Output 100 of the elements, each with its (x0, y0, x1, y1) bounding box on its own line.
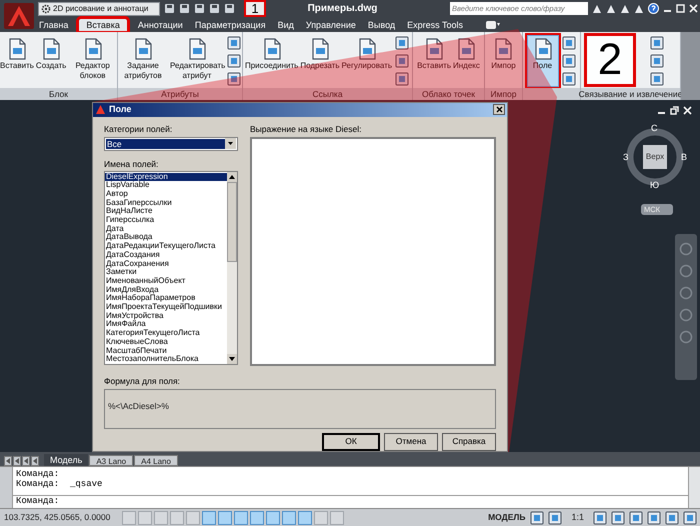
help-icon[interactable] (648, 3, 660, 14)
dialog-button[interactable]: Справка (442, 432, 496, 450)
list-item[interactable]: Дата (105, 224, 227, 234)
square-icon[interactable] (394, 35, 410, 51)
square-icon[interactable] (394, 53, 410, 69)
layout-tab[interactable]: A4 Lano (134, 455, 178, 466)
dialog-button[interactable]: ОК (322, 432, 380, 450)
list-item[interactable]: БазаГиперссылки (105, 198, 227, 208)
square-icon[interactable] (560, 35, 576, 51)
ribbon-tab[interactable]: Управление (304, 18, 357, 32)
ribbon-tab[interactable]: Параметризация (194, 18, 267, 32)
ribbon-tab[interactable]: Главна (38, 18, 70, 32)
status-toggle[interactable] (314, 510, 328, 524)
list-item[interactable]: ДатаВывода (105, 233, 227, 242)
status-toggle[interactable] (218, 510, 232, 524)
square-icon[interactable] (664, 510, 680, 526)
square-icon[interactable] (226, 35, 242, 51)
square-icon[interactable] (628, 510, 644, 526)
square-icon[interactable] (226, 53, 242, 69)
list-item[interactable]: ДатаСоздания (105, 250, 227, 260)
square-icon[interactable] (529, 510, 546, 526)
ribbon-tab[interactable]: Вид (276, 18, 295, 32)
status-toggle[interactable] (202, 510, 216, 524)
scrollbar[interactable] (688, 467, 700, 508)
list-item[interactable]: МасштабПечати (105, 346, 227, 356)
list-item[interactable]: ИмяПроектаТекущейПодшивки (105, 303, 227, 312)
tab-scroll-icon[interactable] (4, 456, 12, 466)
status-toggle[interactable] (170, 510, 184, 524)
tab-scroll-icon[interactable] (31, 456, 39, 466)
expression-input[interactable] (250, 136, 496, 366)
list-item[interactable]: DieselExpression (105, 172, 227, 182)
ribbon-tab[interactable]: Express Tools (406, 18, 464, 32)
layout-tab[interactable]: Модель (44, 454, 88, 466)
square-icon[interactable] (646, 510, 662, 526)
ribbon-button[interactable]: Присоединить (244, 35, 298, 87)
list-item[interactable]: LispVariable (105, 181, 227, 190)
status-toggle[interactable] (266, 510, 280, 524)
ribbon-tab[interactable]: Аннотации (136, 18, 184, 32)
close-icon[interactable] (683, 106, 692, 115)
dialog-button[interactable]: Отмена (384, 432, 438, 450)
status-toggle[interactable] (250, 510, 264, 524)
ribbon-tab[interactable]: Вывод (366, 18, 396, 32)
tab-scroll-icon[interactable] (22, 456, 30, 466)
status-toggle[interactable] (138, 510, 152, 524)
square-icon[interactable] (226, 71, 242, 87)
status-toggle[interactable] (122, 510, 136, 524)
ribbon-button[interactable]: Редактор блоков (68, 35, 117, 87)
space-toggle[interactable]: МОДЕЛЬ (486, 511, 528, 524)
square-icon[interactable] (394, 71, 410, 87)
square-icon[interactable] (547, 510, 564, 526)
status-toggle[interactable] (298, 510, 312, 524)
list-item[interactable]: ИмяУстройства (105, 312, 227, 320)
list-item[interactable]: Автор (105, 190, 227, 199)
list-item[interactable]: Заметки (105, 268, 227, 277)
status-toggle[interactable] (186, 510, 200, 524)
list-item[interactable]: ВидНаЛисте (105, 207, 227, 216)
list-item[interactable]: ИмяФайла (105, 320, 227, 330)
list-item[interactable]: ИмяДляВхода (105, 286, 227, 294)
ribbon-button[interactable]: Индекс (453, 35, 480, 87)
ribbon-button[interactable]: Задание атрибутов (118, 35, 168, 87)
restore-icon[interactable] (670, 106, 679, 115)
status-toggle[interactable] (330, 510, 344, 524)
square-icon[interactable] (560, 71, 576, 87)
square-icon[interactable] (560, 53, 576, 69)
list-item[interactable]: ДатаСохранения (105, 260, 227, 268)
list-item[interactable]: КатегорияТекущегоЛиста (105, 329, 227, 338)
status-toggle[interactable] (234, 510, 248, 524)
list-item[interactable]: ИмяНабораПараметров (105, 294, 227, 304)
ribbon-button[interactable]: Вставить (0, 35, 34, 87)
square-icon[interactable] (648, 35, 664, 51)
square-icon[interactable] (610, 510, 626, 526)
status-toggle[interactable] (154, 510, 168, 524)
list-item[interactable]: ДатаРедакцииТекущегоЛиста (105, 242, 227, 251)
scrollbar[interactable] (227, 172, 237, 364)
ribbon-tab[interactable]: Вставка (79, 19, 127, 31)
ribbon-button[interactable]: Вставить (417, 35, 452, 87)
list-item[interactable]: ИменованныйОбъект (105, 276, 227, 286)
ribbon-button[interactable]: Создать (36, 35, 66, 87)
ribbon-button[interactable]: Редактировать атрибут (170, 35, 224, 87)
layout-tab[interactable]: A3 Lano (89, 455, 134, 466)
ribbon-button[interactable]: Поле (526, 35, 558, 87)
status-toggle[interactable] (282, 510, 296, 524)
logo-icon[interactable] (4, 3, 34, 29)
maximize-icon[interactable] (676, 4, 686, 13)
list-item[interactable]: МестозаполнительБлока (105, 355, 227, 364)
ribbon-button[interactable]: Подрезать (300, 35, 340, 87)
annotation-scale[interactable]: 1:1 (565, 510, 590, 524)
list-item[interactable]: КлючевыеСлова (105, 338, 227, 347)
square-icon[interactable] (592, 510, 608, 526)
scrollbar-thumb[interactable] (227, 182, 237, 262)
list-item[interactable]: Гиперссылка (105, 216, 227, 225)
category-dropdown[interactable]: Все (104, 136, 238, 150)
tab-scroll-icon[interactable] (13, 456, 21, 466)
viewcube-face[interactable]: Верх (643, 145, 667, 169)
square-icon[interactable] (648, 53, 664, 69)
save-icon[interactable] (164, 3, 175, 14)
square-icon[interactable] (648, 71, 664, 87)
square-icon[interactable] (682, 510, 698, 526)
close-button[interactable] (493, 104, 505, 116)
ribbon-button[interactable]: Регулировать (342, 35, 392, 87)
